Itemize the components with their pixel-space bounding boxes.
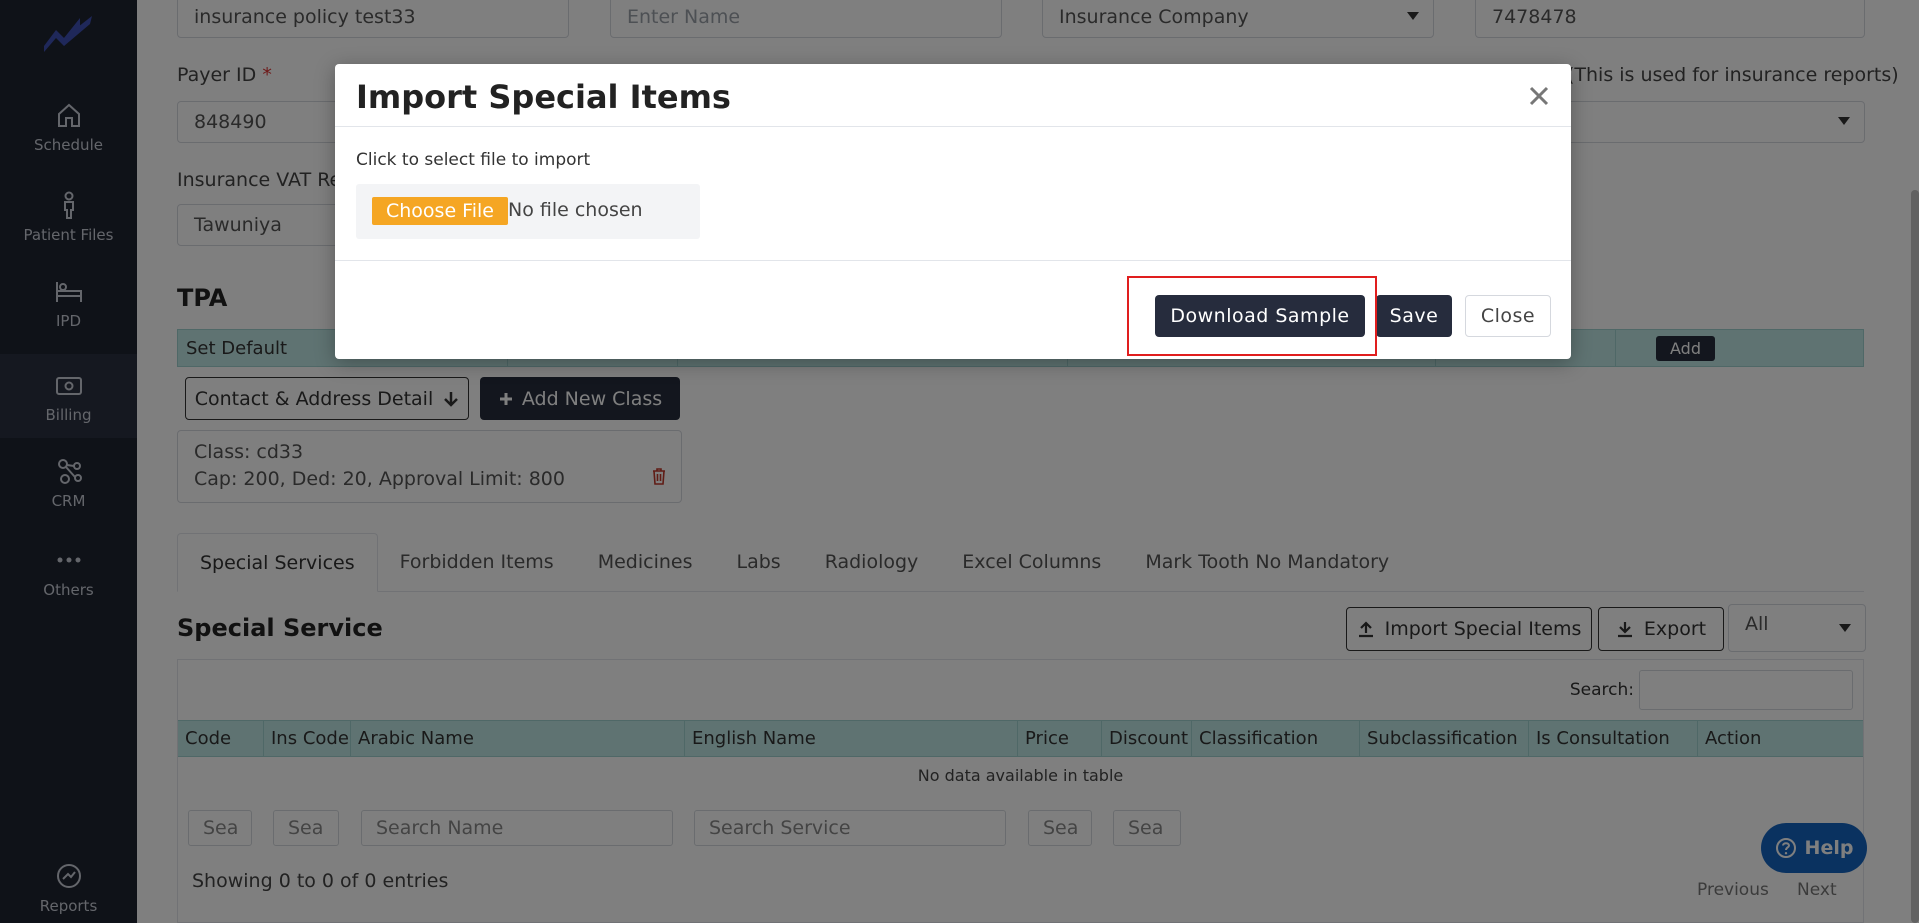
save-button[interactable]: Save: [1376, 295, 1452, 337]
modal-title: Import Special Items: [356, 78, 731, 116]
download-sample-button[interactable]: Download Sample: [1155, 295, 1365, 337]
file-input[interactable]: Choose File No file chosen: [356, 184, 700, 239]
choose-file-button[interactable]: Choose File: [372, 197, 508, 225]
modal-divider: [335, 126, 1571, 127]
close-icon[interactable]: [1525, 82, 1553, 110]
close-button[interactable]: Close: [1465, 295, 1551, 337]
no-file-text: No file chosen: [508, 199, 643, 221]
modal-divider: [335, 260, 1571, 261]
import-special-items-modal: Import Special Items Click to select fil…: [335, 64, 1571, 359]
file-prompt-label: Click to select file to import: [356, 150, 591, 170]
